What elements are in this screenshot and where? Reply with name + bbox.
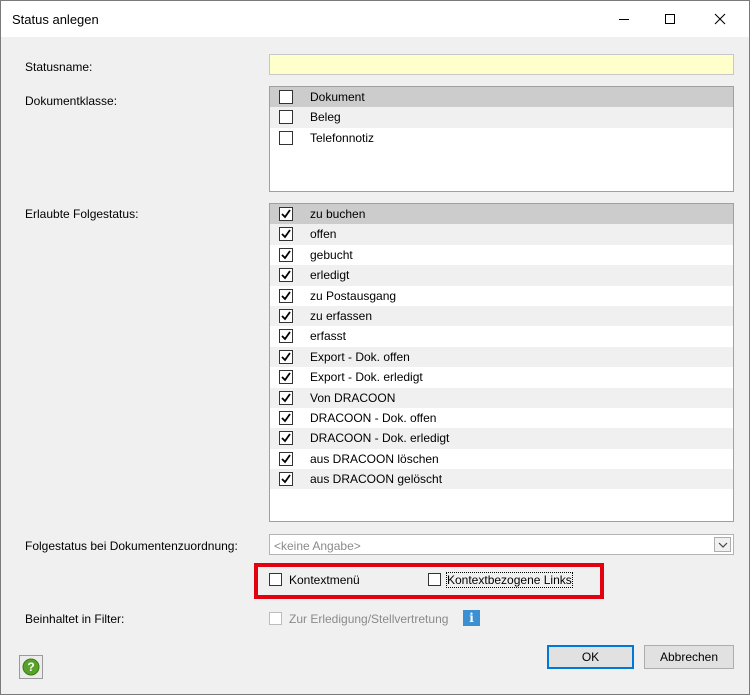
list-item[interactable]: gebucht xyxy=(270,245,733,265)
window-title: Status anlegen xyxy=(12,12,99,27)
checkmark-icon xyxy=(281,474,291,484)
list-item-label: erledigt xyxy=(310,268,350,283)
list-item[interactable]: aus DRACOON gelöscht xyxy=(270,469,733,490)
list-item-label: Beleg xyxy=(310,110,341,125)
filter-label: Beinhaltet in Filter: xyxy=(25,612,125,626)
statusname-input[interactable] xyxy=(269,54,734,75)
list-item[interactable]: Dokument xyxy=(270,87,733,108)
help-button[interactable]: ? xyxy=(19,655,43,679)
list-item-label: Telefonnotiz xyxy=(310,130,375,145)
kontextbezogene-links-label[interactable]: Kontextbezogene Links xyxy=(446,572,573,588)
list-item-checkbox[interactable] xyxy=(279,431,293,446)
close-icon xyxy=(714,13,726,25)
list-item-label: Export - Dok. erledigt xyxy=(310,370,423,385)
erledigung-label: Zur Erledigung/Stellvertretung xyxy=(289,612,449,626)
kontextbezogene-links-checkbox[interactable] xyxy=(428,573,441,586)
checkmark-icon xyxy=(281,392,291,402)
list-item-checkbox[interactable] xyxy=(279,247,293,262)
list-item[interactable]: DRACOON - Dok. erledigt xyxy=(270,428,733,449)
dropdown-button[interactable] xyxy=(714,537,731,552)
list-item-label: Export - Dok. offen xyxy=(310,349,410,364)
list-item-label: DRACOON - Dok. offen xyxy=(310,410,437,425)
list-item[interactable]: zu erfassen xyxy=(270,305,733,327)
svg-text:?: ? xyxy=(27,660,34,674)
kontextmenu-label[interactable]: Kontextmenü xyxy=(289,573,360,587)
zuordnung-label: Folgestatus bei Dokumentenzuordnung: xyxy=(25,539,238,553)
list-item-checkbox[interactable] xyxy=(279,227,293,242)
cancel-button[interactable]: Abbrechen xyxy=(644,645,734,669)
close-button[interactable] xyxy=(697,1,743,37)
statusname-label: Statusname: xyxy=(25,60,93,74)
checkmark-icon xyxy=(281,352,291,362)
list-item[interactable]: DRACOON - Dok. offen xyxy=(270,408,733,428)
list-item-label: zu erfassen xyxy=(310,308,373,323)
list-item-label: DRACOON - Dok. erledigt xyxy=(310,431,450,446)
list-item-label: Dokument xyxy=(310,90,365,104)
list-item[interactable]: Beleg xyxy=(270,107,733,128)
ok-button[interactable]: OK xyxy=(547,645,634,669)
folgestatus-list[interactable]: zu buchen offen gebucht erledigt zu Postausg… xyxy=(269,203,734,522)
list-item[interactable]: erledigt xyxy=(270,265,733,286)
list-item[interactable]: offen xyxy=(270,224,733,245)
erledigung-checkbox[interactable] xyxy=(269,612,282,625)
list-item-checkbox[interactable] xyxy=(279,288,293,303)
list-item[interactable]: Export - Dok. offen xyxy=(270,346,733,368)
list-item-checkbox[interactable] xyxy=(279,207,293,221)
status-dialog: Status anlegen Statusname: Dokumentklass… xyxy=(0,0,750,695)
list-item-checkbox[interactable] xyxy=(279,268,293,283)
info-icon[interactable]: i xyxy=(463,610,480,626)
list-item-checkbox[interactable] xyxy=(279,308,293,323)
checkmark-icon xyxy=(281,372,291,382)
checkmark-icon xyxy=(281,413,291,423)
list-item-label: zu Postausgang xyxy=(310,288,397,303)
checkmark-icon xyxy=(281,270,291,280)
chevron-down-icon xyxy=(718,542,727,548)
list-item-checkbox[interactable] xyxy=(279,349,293,364)
list-item[interactable]: Telefonnotiz xyxy=(270,128,733,148)
list-item-label: aus DRACOON gelöscht xyxy=(310,472,443,487)
list-item-checkbox[interactable] xyxy=(279,130,293,145)
list-item[interactable]: erfasst xyxy=(270,326,733,346)
zuordnung-value: <keine Angabe> xyxy=(274,539,361,553)
list-item-label: Von DRACOON xyxy=(310,390,396,405)
list-item-checkbox[interactable] xyxy=(279,390,293,405)
checkmark-icon xyxy=(281,331,291,341)
list-item[interactable]: Export - Dok. erledigt xyxy=(270,367,733,387)
list-item-checkbox[interactable] xyxy=(279,110,293,125)
checkmark-icon xyxy=(281,229,291,239)
folgestatus-label: Erlaubte Folgestatus: xyxy=(25,207,139,221)
dokumentklasse-list[interactable]: Dokument Beleg Telefonnotiz xyxy=(269,86,734,192)
list-item-label: aus DRACOON löschen xyxy=(310,451,439,466)
title-bar: Status anlegen xyxy=(1,1,749,37)
list-item-checkbox[interactable] xyxy=(279,90,293,104)
list-item-checkbox[interactable] xyxy=(279,329,293,344)
kontextmenu-checkbox[interactable] xyxy=(269,573,282,586)
list-item-checkbox[interactable] xyxy=(279,370,293,385)
checkmark-icon xyxy=(281,209,291,219)
list-item-checkbox[interactable] xyxy=(279,451,293,466)
help-icon: ? xyxy=(22,658,40,676)
list-item-checkbox[interactable] xyxy=(279,410,293,425)
list-item[interactable]: aus DRACOON löschen xyxy=(270,449,733,469)
list-item[interactable]: zu buchen xyxy=(270,204,733,225)
checkmark-icon xyxy=(281,250,291,260)
list-item[interactable]: zu Postausgang xyxy=(270,286,733,306)
dokumentklasse-label: Dokumentklasse: xyxy=(25,94,118,108)
minimize-button[interactable] xyxy=(601,1,647,37)
list-item-checkbox[interactable] xyxy=(279,472,293,487)
list-item-label: offen xyxy=(310,227,337,242)
list-item-label: erfasst xyxy=(310,329,347,344)
checkmark-icon xyxy=(281,291,291,300)
checkmark-icon xyxy=(281,311,291,321)
checkmark-icon xyxy=(281,433,291,443)
zuordnung-select[interactable]: <keine Angabe> xyxy=(269,534,734,555)
maximize-button[interactable] xyxy=(647,1,693,37)
list-item-label: gebucht xyxy=(310,247,353,262)
maximize-icon xyxy=(665,14,675,24)
minimize-icon xyxy=(619,19,629,20)
list-item-label: zu buchen xyxy=(310,207,366,221)
list-item[interactable]: Von DRACOON xyxy=(270,387,733,408)
checkmark-icon xyxy=(281,454,291,464)
